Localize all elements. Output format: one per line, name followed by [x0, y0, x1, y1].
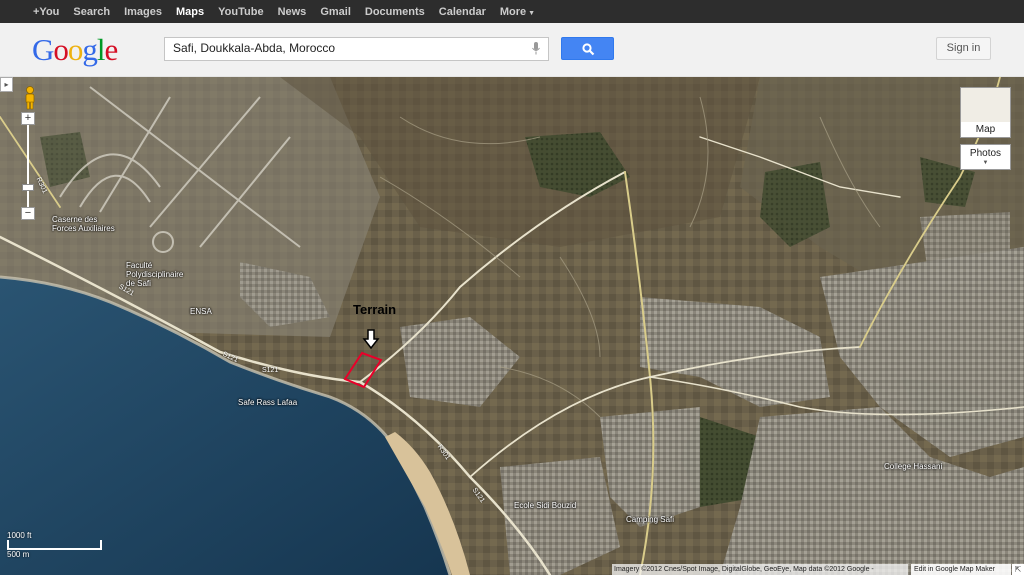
- microphone-icon[interactable]: [532, 42, 540, 55]
- zoom-slider-rail: [27, 125, 29, 207]
- road-label: S121: [262, 367, 279, 374]
- photos-button[interactable]: Photos ▼: [960, 144, 1011, 170]
- logo-letter: g: [82, 32, 97, 67]
- scale-meters-label: 500 m: [7, 550, 30, 559]
- zoom-in-button[interactable]: +: [21, 112, 35, 125]
- map-type-map-label: Map: [961, 122, 1010, 137]
- nav-maps[interactable]: Maps: [176, 6, 204, 18]
- nav-images[interactable]: Images: [124, 6, 162, 18]
- place-label-caserne[interactable]: Caserne des Forces Auxiliaires: [52, 215, 115, 233]
- search-button[interactable]: [561, 37, 614, 60]
- search-input[interactable]: Safi, Doukkala-Abda, Morocco: [164, 37, 549, 61]
- nav-you[interactable]: +You: [33, 6, 59, 18]
- caret-down-icon: ▼: [528, 9, 536, 17]
- satellite-imagery: [0, 77, 1024, 575]
- map-scale: 1000 ft 500 m: [7, 531, 102, 559]
- sidebar-toggle-button[interactable]: ▸: [0, 77, 13, 92]
- nav-documents[interactable]: Documents: [365, 6, 425, 18]
- resize-icon[interactable]: ⇱: [1012, 564, 1024, 575]
- map-maker-link[interactable]: Edit in Google Map Maker: [911, 564, 1011, 575]
- map-type-control: Map Photos ▼: [960, 87, 1011, 170]
- nav-more-label: More: [499, 5, 527, 18]
- google-top-bar: +You Search Images Maps YouTube News Gma…: [0, 0, 1024, 23]
- logo-letter: o: [67, 32, 83, 67]
- photos-label: Photos: [969, 148, 1002, 159]
- nav-gmail[interactable]: Gmail: [320, 6, 351, 18]
- pegman-icon[interactable]: [21, 86, 39, 110]
- nav-youtube[interactable]: YouTube: [218, 6, 263, 18]
- scale-bar: [7, 540, 102, 550]
- zoom-out-button[interactable]: −: [21, 207, 35, 220]
- google-logo[interactable]: Google: [32, 32, 119, 68]
- place-label-faculte[interactable]: Faculté Polydisciplinaire de Safi: [126, 261, 183, 288]
- nav-search[interactable]: Search: [73, 6, 110, 18]
- scale-feet-label: 1000 ft: [7, 531, 32, 540]
- satellite-map[interactable]: Terrain Caserne des Forces Auxiliaires F…: [0, 77, 1024, 575]
- place-label-ecole[interactable]: Ecole Sidi Bouzid: [514, 501, 576, 510]
- map-attribution: Imagery ©2012 Cnes/Spot Image, DigitalGl…: [612, 564, 908, 575]
- nav-more[interactable]: More ▼: [500, 6, 535, 18]
- nav-news[interactable]: News: [278, 6, 307, 18]
- place-label-rass-lafaa[interactable]: Safe Rass Lafaa: [238, 398, 297, 407]
- caret-down-icon: ▼: [982, 160, 989, 166]
- nav-calendar[interactable]: Calendar: [439, 6, 486, 18]
- search-icon: [582, 43, 595, 56]
- zoom-slider-thumb[interactable]: [22, 183, 34, 191]
- sign-in-button[interactable]: Sign in: [936, 37, 991, 60]
- search-input-value: Safi, Doukkala-Abda, Morocco: [173, 41, 336, 55]
- place-label-college[interactable]: College Hassani: [884, 462, 942, 471]
- logo-letter: o: [53, 32, 68, 67]
- terrain-annotation: Terrain: [353, 302, 397, 317]
- logo-letter: G: [32, 32, 54, 67]
- zoom-slider[interactable]: [21, 125, 35, 207]
- logo-letter: e: [104, 32, 119, 67]
- map-type-map-button[interactable]: Map: [960, 87, 1011, 138]
- place-label-camping[interactable]: Camping Safi: [626, 515, 674, 524]
- place-label-ensa[interactable]: ENSA: [190, 307, 212, 316]
- header: Google Safi, Doukkala-Abda, Morocco Sign…: [0, 23, 1024, 77]
- zoom-control: + −: [21, 112, 35, 220]
- logo-letter: l: [96, 32, 106, 67]
